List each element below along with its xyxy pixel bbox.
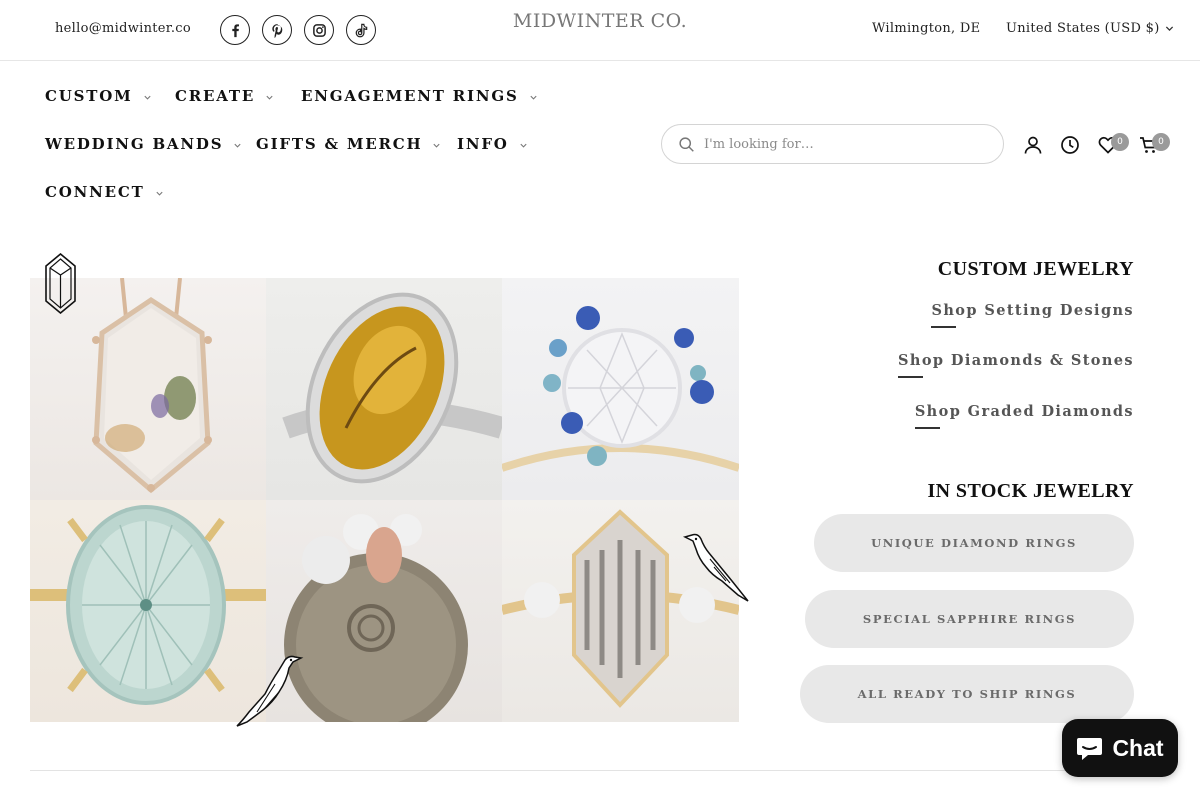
shop-setting-designs-link[interactable]: Shop Setting Designs — [931, 302, 1134, 328]
crystal-logo-icon — [45, 253, 76, 314]
link-underline — [898, 376, 924, 378]
nav-item-gifts-merch[interactable]: GIFTS & MERCH — [256, 135, 441, 153]
special-sapphire-rings-button[interactable]: SPECIAL SAPPHIRE RINGS — [805, 590, 1134, 648]
all-ready-to-ship-rings-button[interactable]: ALL READY TO SHIP RINGS — [800, 665, 1134, 723]
recently-viewed-icon[interactable] — [1059, 134, 1081, 156]
shop-link-label: Shop Graded Diamonds — [914, 403, 1134, 420]
chevron-down-icon — [433, 143, 441, 148]
account-icon[interactable] — [1022, 134, 1044, 156]
nav-item-label: ENGAGEMENT RINGS — [301, 87, 519, 105]
nav-item-label: INFO — [457, 135, 509, 153]
nav-item-label: CUSTOM — [45, 87, 133, 105]
nav-item-info[interactable]: INFO — [457, 135, 528, 153]
chevron-down-icon — [1165, 26, 1173, 32]
chevron-down-icon — [155, 191, 163, 196]
chevron-down-icon — [234, 143, 241, 148]
shop-graded-diamonds-link[interactable]: Shop Graded Diamonds — [914, 403, 1134, 429]
amber-ring-image[interactable] — [266, 278, 502, 500]
custom-jewelry-heading: CUSTOM JEWELRY — [937, 258, 1134, 280]
chevron-down-icon — [520, 143, 527, 148]
chevron-down-icon — [530, 95, 537, 100]
currency-selector[interactable]: United States (USD $) — [1006, 21, 1174, 36]
nav-item-create[interactable]: CREATE — [175, 87, 274, 105]
nav-item-engagement-rings[interactable]: ENGAGEMENT RINGS — [301, 87, 538, 105]
wishlist-count-badge: 0 — [1111, 133, 1129, 151]
in-stock-jewelry-heading: IN STOCK JEWELRY — [927, 480, 1134, 502]
store-location: Wilmington, DE — [872, 21, 981, 36]
nav-item-custom[interactable]: CUSTOM — [45, 87, 152, 105]
shop-diamonds-stones-link[interactable]: Shop Diamonds & Stones — [898, 352, 1134, 378]
nav-item-label: GIFTS & MERCH — [256, 135, 423, 153]
currency-label: United States (USD $) — [1006, 21, 1160, 36]
nav-item-connect[interactable]: CONNECT — [45, 183, 164, 201]
hero-collage[interactable] — [30, 278, 739, 722]
link-underline — [914, 427, 940, 429]
link-underline — [931, 326, 957, 328]
cart-count-badge: 0 — [1152, 133, 1170, 151]
section-divider — [30, 770, 1170, 771]
search-bar[interactable] — [661, 124, 1004, 164]
search-icon — [679, 136, 694, 152]
chevron-down-icon — [143, 95, 151, 100]
chat-bubble-icon — [1077, 737, 1103, 760]
chat-button[interactable]: Chat — [1062, 719, 1178, 777]
shop-link-label: Shop Diamonds & Stones — [898, 352, 1134, 369]
chevron-down-icon — [266, 95, 273, 100]
unique-diamond-rings-button[interactable]: UNIQUE DIAMOND RINGS — [814, 514, 1134, 572]
diamond-sapphire-cluster-ring-image[interactable] — [502, 278, 739, 500]
bird-illustration-icon — [236, 655, 304, 727]
search-input[interactable] — [704, 136, 974, 152]
nav-item-label: CONNECT — [45, 183, 145, 201]
nav-item-label: WEDDING BANDS — [45, 135, 224, 153]
green-amethyst-ring-image[interactable] — [30, 500, 266, 722]
chat-label: Chat — [1112, 734, 1164, 761]
top-bar: hello@midwinter.co MIDWINTER CO. Wilming… — [0, 0, 1200, 61]
nav-item-label: CREATE — [175, 87, 256, 105]
shop-link-label: Shop Setting Designs — [931, 302, 1134, 319]
nav-item-wedding-bands[interactable]: WEDDING BANDS — [45, 135, 242, 153]
bird-illustration-icon — [682, 533, 749, 602]
